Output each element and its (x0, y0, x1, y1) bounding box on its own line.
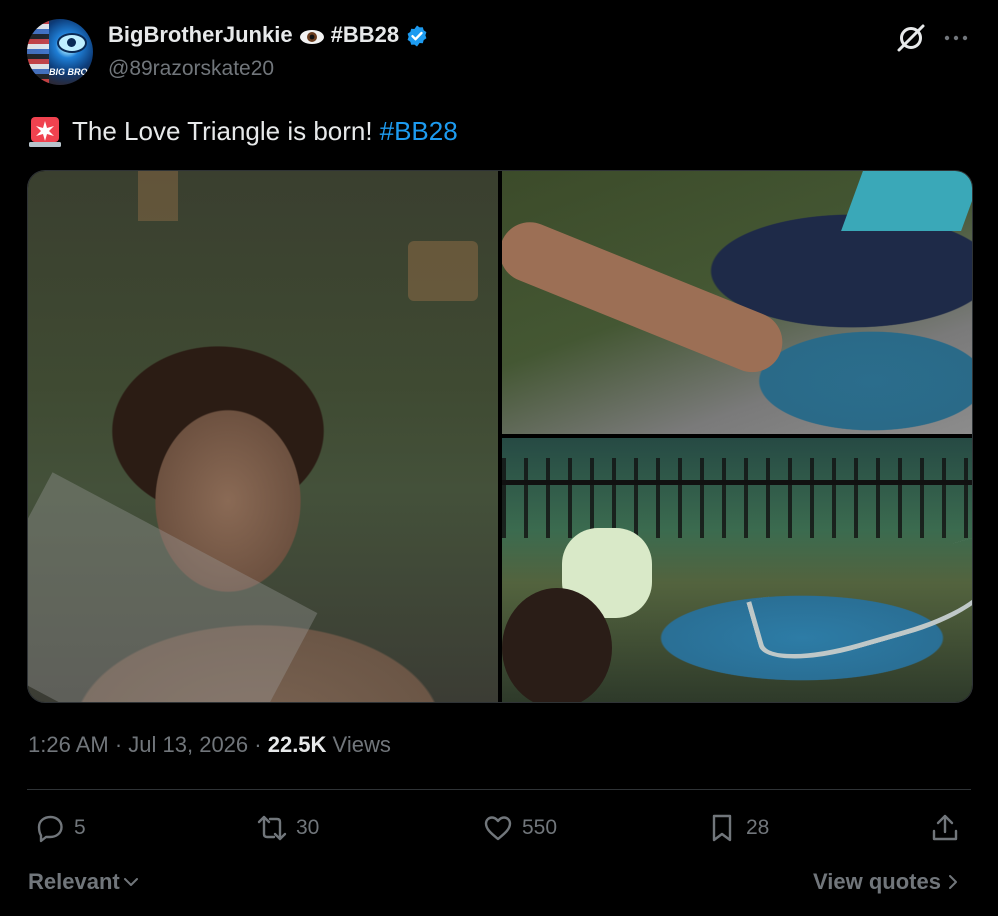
views-label: Views (326, 732, 391, 757)
avatar-eye (57, 33, 87, 53)
eye-emoji-icon (299, 30, 324, 44)
grok-icon[interactable] (895, 22, 927, 54)
meta-separator: · (248, 732, 268, 757)
tweet-hashtag-link[interactable]: #BB28 (380, 116, 458, 147)
tweet-time[interactable]: 1:26 AM (28, 732, 109, 757)
photo-fence-detail (502, 458, 972, 538)
view-quotes-label: View quotes (813, 869, 941, 894)
author-avatar[interactable]: BIG BRO (27, 19, 93, 85)
more-options-icon[interactable] (943, 28, 969, 48)
reply-sort-dropdown[interactable]: Relevant (28, 869, 139, 895)
photo-background-detail (841, 171, 972, 231)
media-photo-2[interactable] (502, 171, 972, 434)
like-count: 550 (522, 816, 558, 839)
heart-icon (484, 816, 512, 841)
share-icon (932, 814, 958, 841)
reply-icon (37, 815, 63, 843)
chevron-down-icon (123, 878, 138, 886)
siren-emoji-icon (29, 117, 61, 147)
media-photo-1[interactable] (28, 171, 498, 702)
view-quotes-link[interactable]: View quotes (813, 869, 959, 895)
like-button[interactable]: 550 (482, 812, 557, 844)
media-grid (27, 170, 973, 703)
photo-head-detail (502, 588, 612, 702)
photo-hammock-detail (746, 536, 972, 675)
author-display-name[interactable]: BigBrotherJunkie (108, 22, 293, 48)
photo-foreground-blur (28, 472, 318, 702)
verified-badge-icon[interactable] (405, 24, 429, 48)
photo-fence-rail (502, 480, 972, 485)
photo-background-detail (408, 241, 478, 301)
author-name-row: BigBrotherJunkie #BB28 (108, 22, 429, 48)
chevron-right-icon (948, 875, 957, 889)
author-handle[interactable]: @89razorskate20 (108, 57, 274, 81)
meta-separator: · (108, 732, 129, 757)
media-divider (502, 434, 972, 438)
share-button[interactable] (929, 812, 961, 844)
media-photo-3[interactable] (502, 438, 972, 702)
tweet-body: The Love Triangle is born! (72, 115, 373, 146)
bookmark-icon (712, 814, 732, 842)
reply-button[interactable]: 5 (34, 812, 86, 844)
repost-icon (257, 815, 287, 841)
tweet-meta: 1:26 AM · Jul 13, 2026 · 22.5K Views (28, 732, 391, 758)
photo-arm-detail (502, 213, 792, 382)
tweet-date[interactable]: Jul 13, 2026 (128, 732, 248, 757)
avatar-text: BIG BRO (49, 67, 88, 77)
repost-count: 30 (296, 816, 320, 839)
bookmark-button[interactable]: 28 (706, 812, 769, 844)
divider (27, 789, 971, 790)
repost-button[interactable]: 30 (256, 812, 319, 844)
avatar-strip (27, 19, 49, 85)
reply-count: 5 (74, 816, 86, 839)
photo-background-detail (138, 171, 178, 221)
views-count: 22.5K (267, 732, 327, 757)
tweet-text: The Love Triangle is born! #BB28 (28, 114, 458, 148)
bookmark-count: 28 (746, 816, 770, 839)
reply-sort-label: Relevant (28, 869, 120, 894)
author-name-hashtag[interactable]: #BB28 (331, 22, 399, 48)
